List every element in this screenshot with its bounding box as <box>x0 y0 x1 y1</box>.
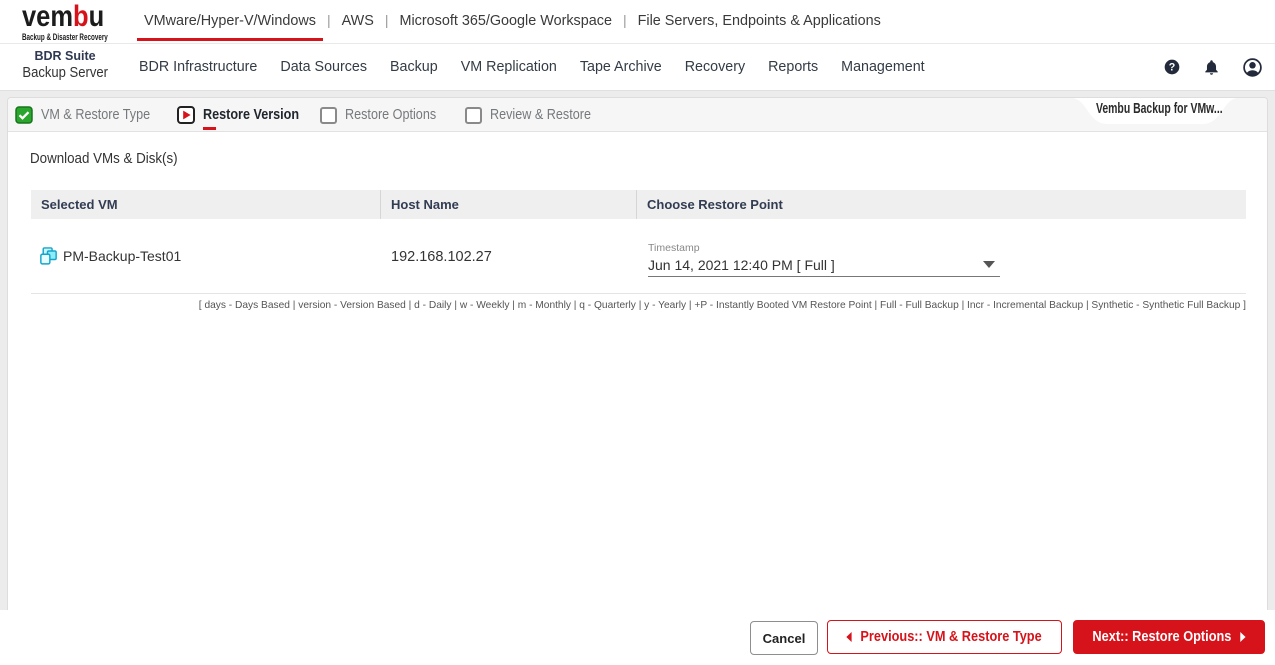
svg-text:?: ? <box>1169 62 1176 74</box>
